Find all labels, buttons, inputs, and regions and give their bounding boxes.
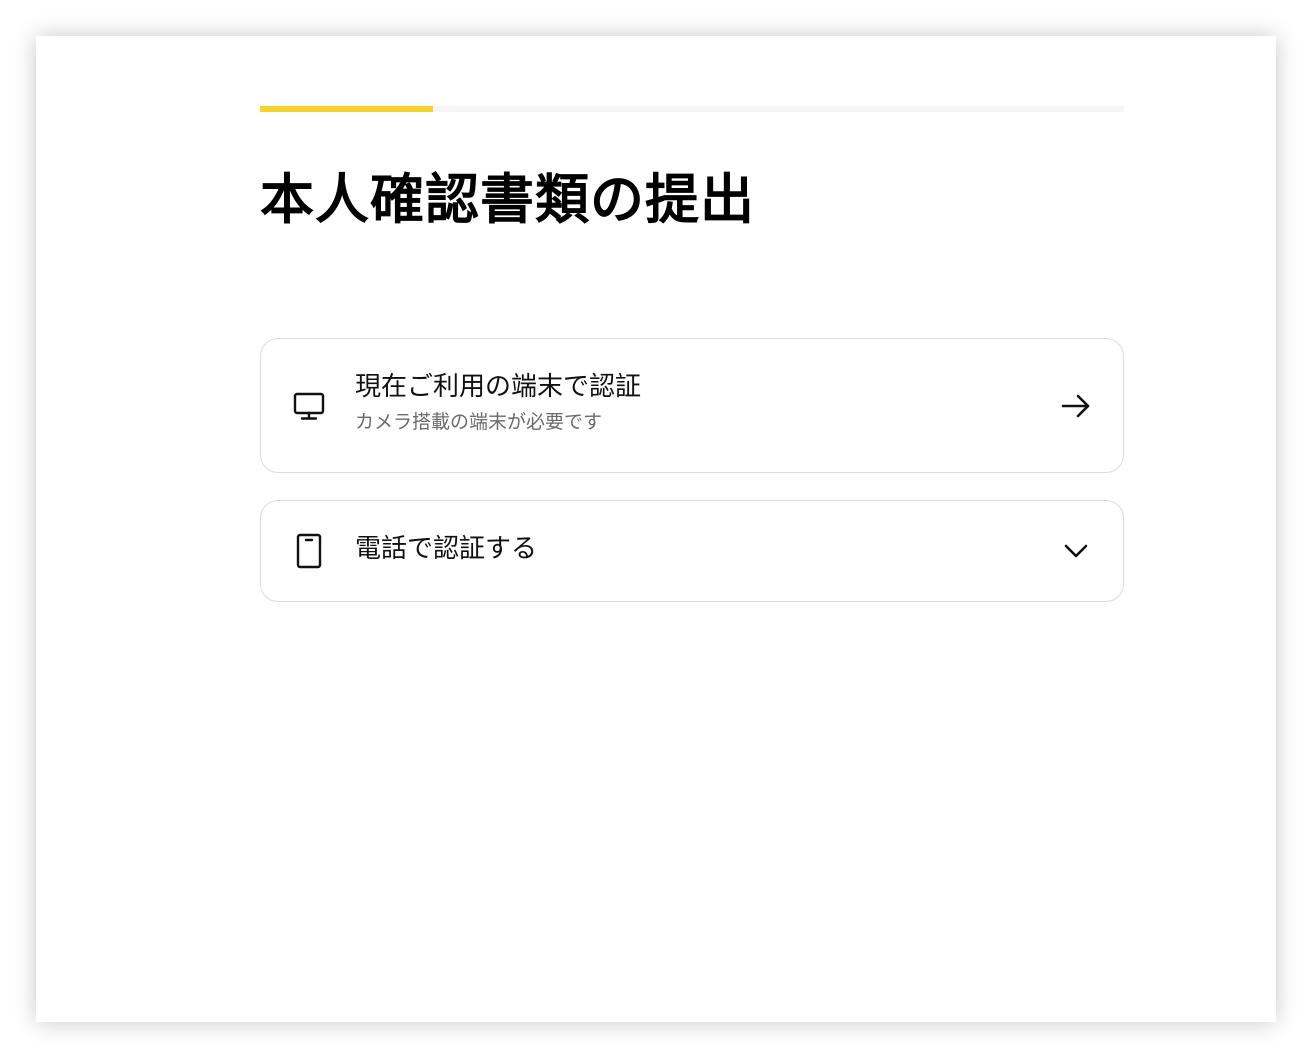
verify-on-this-device-option[interactable]: 現在ご利用の端末で認証 カメラ搭載の端末が必要です bbox=[260, 338, 1124, 473]
page-title: 本人確認書類の提出 bbox=[260, 168, 755, 231]
option-text: 電話で認証する bbox=[355, 531, 537, 567]
progress-fill bbox=[260, 106, 433, 112]
page-frame: 本人確認書類の提出 現在ご利用の端末で認証 カメラ搭載の端末が必要です 電話で認… bbox=[36, 36, 1276, 1022]
option-text: 現在ご利用の端末で認証 カメラ搭載の端末が必要です bbox=[355, 369, 641, 435]
option-label: 現在ご利用の端末で認証 bbox=[355, 372, 642, 402]
main-content: 本人確認書類の提出 現在ご利用の端末で認証 カメラ搭載の端末が必要です 電話で認… bbox=[260, 106, 1124, 602]
phone-icon bbox=[291, 533, 327, 569]
verify-by-phone-option[interactable]: 電話で認証する bbox=[260, 500, 1124, 602]
progress-bar bbox=[260, 106, 1124, 112]
chevron-down-icon[interactable] bbox=[1059, 534, 1093, 568]
option-label: 電話で認証する bbox=[355, 534, 538, 564]
monitor-icon bbox=[291, 388, 327, 424]
arrow-right-icon bbox=[1059, 389, 1093, 423]
option-sublabel: カメラ搭載の端末が必要です bbox=[355, 411, 603, 433]
